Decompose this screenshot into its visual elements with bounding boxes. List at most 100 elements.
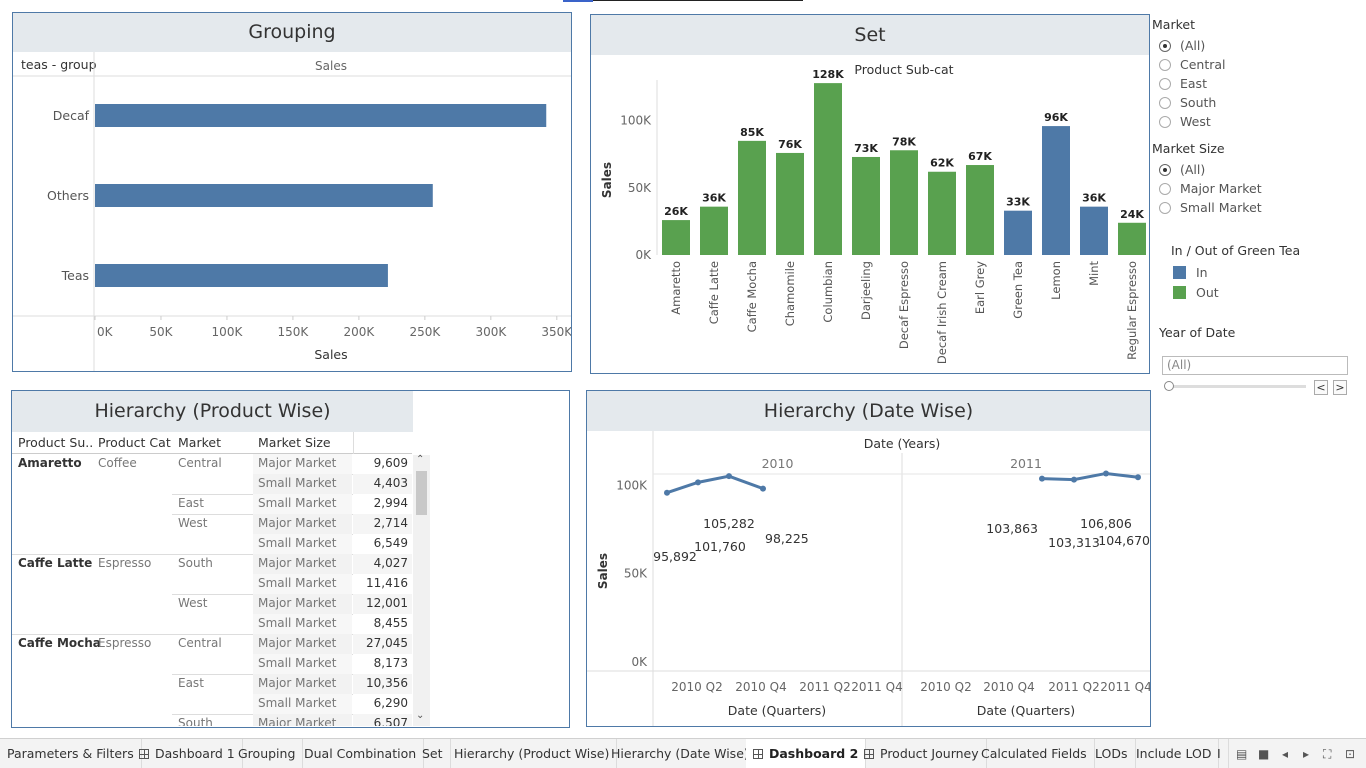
- sales-value-cell[interactable]: 6,549: [353, 534, 412, 554]
- market-size-cell[interactable]: Small Market: [253, 694, 352, 714]
- year-next-button[interactable]: >: [1333, 380, 1347, 395]
- sales-value-cell[interactable]: 4,403: [353, 474, 412, 494]
- market-size-cell[interactable]: Small Market: [253, 474, 352, 494]
- scroll-down-icon[interactable]: ⌄: [416, 710, 424, 721]
- year-of-date-input[interactable]: (All): [1162, 356, 1348, 375]
- market-size-cell[interactable]: Small Market: [253, 654, 352, 674]
- market-option[interactable]: West: [1152, 112, 1362, 131]
- tab-set[interactable]: Set: [415, 739, 451, 768]
- prev-sheet-icon[interactable]: ◂: [1282, 747, 1288, 761]
- radio-button[interactable]: [1159, 39, 1171, 52]
- market-size-cell[interactable]: Major Market: [253, 554, 352, 574]
- market-option[interactable]: Central: [1152, 55, 1362, 74]
- market-size-cell[interactable]: Major Market: [253, 634, 352, 654]
- tab-include-lod[interactable]: Include LOD: [1129, 739, 1220, 768]
- market-size-cell[interactable]: Major Market: [253, 714, 352, 726]
- sales-value-cell[interactable]: 6,290: [353, 694, 412, 714]
- sales-value-cell[interactable]: 2,714: [353, 514, 412, 534]
- category-label: Green Tea: [1011, 261, 1025, 319]
- sales-value-cell[interactable]: 8,455: [353, 614, 412, 634]
- radio-button[interactable]: [1159, 96, 1171, 109]
- radio-button[interactable]: [1159, 115, 1171, 128]
- green-tea-legend: In Out: [1152, 262, 1362, 302]
- market-size-option[interactable]: (All): [1152, 160, 1362, 179]
- sales-value-cell[interactable]: 10,356: [353, 674, 412, 694]
- market-cell[interactable]: Central: [178, 636, 222, 650]
- year-prev-button[interactable]: <: [1314, 380, 1328, 395]
- market-size-cell[interactable]: Major Market: [253, 514, 352, 534]
- sales-value-cell[interactable]: 9,609: [353, 454, 412, 474]
- radio-button[interactable]: [1159, 163, 1171, 176]
- scrollbar-thumb[interactable]: [416, 471, 427, 515]
- market-cell[interactable]: East: [178, 496, 204, 510]
- radio-button[interactable]: [1159, 201, 1171, 214]
- tab-label: Grouping: [238, 746, 296, 761]
- product-subcat-cell[interactable]: Amaretto: [18, 456, 82, 470]
- market-size-option[interactable]: Major Market: [1152, 179, 1362, 198]
- radio-button[interactable]: [1159, 77, 1171, 90]
- tab-calculated-fields[interactable]: Calculated Fields: [974, 739, 1095, 768]
- market-option[interactable]: South: [1152, 93, 1362, 112]
- tab-grouping[interactable]: Grouping: [231, 739, 304, 768]
- radio-button[interactable]: [1159, 182, 1171, 195]
- sales-value-cell[interactable]: 8,173: [353, 654, 412, 674]
- tab-product-journey[interactable]: Product Journey: [857, 739, 987, 768]
- year-slider-thumb[interactable]: [1164, 381, 1174, 391]
- presentation-icon[interactable]: ⊡: [1345, 747, 1355, 761]
- col-header-product-sub[interactable]: Product Su..: [18, 435, 93, 450]
- market-cell[interactable]: West: [178, 516, 208, 530]
- hierarchy-date-chart[interactable]: Date (Years) Sales 0K 50K 100K 2010 95,892101,…: [587, 431, 1150, 727]
- market-option[interactable]: (All): [1152, 36, 1362, 55]
- legend-item[interactable]: In: [1152, 262, 1362, 282]
- market-size-cell[interactable]: Major Market: [253, 594, 352, 614]
- market-option[interactable]: East: [1152, 74, 1362, 93]
- market-size-cell[interactable]: Small Market: [253, 574, 352, 594]
- market-size-cell[interactable]: Small Market: [253, 614, 352, 634]
- market-size-cell[interactable]: Small Market: [253, 494, 352, 514]
- col-header-market-size[interactable]: Market Size: [258, 435, 331, 450]
- market-cell[interactable]: South: [178, 556, 213, 570]
- hierarchy-date-panel: Hierarchy (Date Wise) Date (Years) Sales 0…: [586, 390, 1151, 727]
- sales-value-cell[interactable]: 6,507: [353, 714, 412, 726]
- year-of-date-slider[interactable]: [1168, 385, 1306, 388]
- table-scrollbar[interactable]: ⌃ ⌄: [413, 454, 430, 726]
- data-label: 33K: [1006, 196, 1030, 209]
- product-subcat-cell[interactable]: Caffe Latte: [18, 556, 92, 570]
- sales-value-cell[interactable]: 27,045: [353, 634, 412, 654]
- market-cell[interactable]: Central: [178, 456, 222, 470]
- radio-button[interactable]: [1159, 58, 1171, 71]
- product-cat-cell[interactable]: Espresso: [98, 556, 151, 570]
- fit-screen-icon[interactable]: ⛶: [1323, 747, 1331, 762]
- grouping-chart[interactable]: teas - group Sales Decaf Others Teas 0K 50K 100…: [13, 52, 571, 372]
- legend-item[interactable]: Out: [1152, 282, 1362, 302]
- sales-value-cell[interactable]: 4,027: [353, 554, 412, 574]
- tab-hierarchy-product-wise-[interactable]: Hierarchy (Product Wise): [447, 739, 618, 768]
- market-size-option[interactable]: Small Market: [1152, 198, 1362, 217]
- next-sheet-icon[interactable]: ▸: [1303, 747, 1309, 761]
- tab-parameters-filters[interactable]: Parameters & Filters: [0, 739, 142, 768]
- tab-i[interactable]: I: [1210, 739, 1229, 768]
- col-header-product-cat[interactable]: Product Cat: [98, 435, 171, 450]
- col-header-market[interactable]: Market: [178, 435, 221, 450]
- product-subcat-cell[interactable]: Caffe Mocha: [18, 636, 101, 650]
- tab-dual-combination[interactable]: Dual Combination: [297, 739, 425, 768]
- tab-dashboard-1[interactable]: Dashboard 1: [132, 739, 243, 768]
- market-size-cell[interactable]: Major Market: [253, 454, 352, 474]
- scroll-up-icon[interactable]: ⌃: [416, 454, 424, 465]
- product-cat-cell[interactable]: Espresso: [98, 636, 151, 650]
- market-size-cell[interactable]: Major Market: [253, 674, 352, 694]
- tab-dashboard-2[interactable]: Dashboard 2: [746, 739, 867, 768]
- product-cat-cell[interactable]: Coffee: [98, 456, 137, 470]
- sales-value-cell[interactable]: 11,416: [353, 574, 412, 594]
- show-tabs-icon[interactable]: ■: [1258, 747, 1269, 761]
- market-cell[interactable]: South: [178, 716, 213, 726]
- set-chart[interactable]: Product Sub-cat Sales 0K 50K 100K 26K Amaretto…: [591, 55, 1149, 373]
- market-size-cell[interactable]: Small Market: [253, 534, 352, 554]
- market-cell[interactable]: West: [178, 596, 208, 610]
- market-cell[interactable]: East: [178, 676, 204, 690]
- tab-hierarchy-date-wise-[interactable]: Hierarchy (Date Wise): [604, 739, 757, 768]
- sales-value-cell[interactable]: 12,001: [353, 594, 412, 614]
- bar-earl-grey: [966, 165, 994, 255]
- sales-value-cell[interactable]: 2,994: [353, 494, 412, 514]
- show-filmstrip-icon[interactable]: ▤: [1236, 747, 1247, 761]
